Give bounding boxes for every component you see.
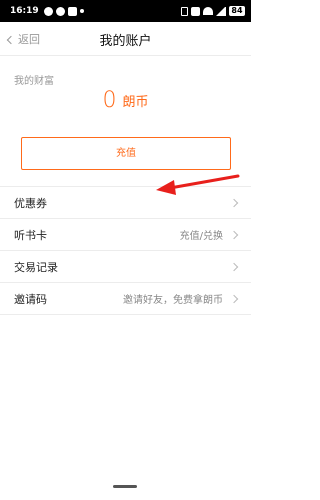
home-indicator[interactable] [113, 485, 137, 488]
menu-item-value: 邀请好友，免费拿朗币 [123, 295, 223, 306]
menu-item-label: 邀请码 [14, 292, 47, 306]
chevron-right-icon [229, 294, 239, 303]
signal-icon [216, 6, 226, 16]
nav-bar: 返回 我的账户 [0, 22, 251, 56]
menu-item-invite-code[interactable]: 邀请码 邀请好友，免费拿朗币 [0, 283, 251, 315]
chevron-right-icon [229, 230, 239, 239]
app-icon [55, 6, 65, 16]
wifi-icon [203, 7, 213, 15]
notification-icon [43, 6, 53, 16]
balance-amount: 0 [102, 88, 117, 113]
vibrate-icon [181, 6, 188, 16]
menu-item-label: 听书卡 [14, 228, 47, 242]
message-icon [67, 6, 77, 16]
balance-unit: 朗币 [122, 95, 149, 110]
account-menu-list: 优惠券 听书卡 充值/兑换 交易记录 邀请码 邀请好友，免费拿朗币 [0, 187, 251, 315]
status-time: 16:19 [10, 6, 39, 16]
annotation-arrow-icon [156, 174, 240, 195]
wealth-label: 我的财富 [14, 76, 54, 87]
menu-item-audiobook-card[interactable]: 听书卡 充值/兑换 [0, 219, 251, 251]
status-bar-left: 16:19 [10, 0, 84, 22]
status-bar-right: 84 [181, 0, 245, 22]
page-title: 我的账户 [99, 34, 152, 49]
balance-display: 0 朗币 [0, 88, 251, 113]
alarm-icon [191, 6, 200, 16]
battery-icon: 84 [229, 6, 245, 16]
more-dot-icon [79, 9, 84, 13]
status-bar: 16:19 84 [0, 0, 251, 22]
chevron-right-icon [229, 262, 239, 271]
menu-item-label: 交易记录 [14, 260, 58, 274]
menu-item-value: 充值/兑换 [179, 231, 223, 242]
menu-item-transactions[interactable]: 交易记录 [0, 251, 251, 283]
